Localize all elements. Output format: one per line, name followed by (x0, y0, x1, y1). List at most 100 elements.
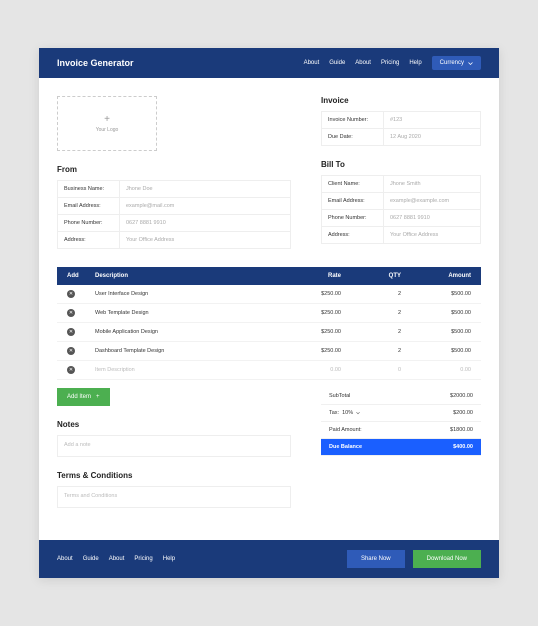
header-add: Add (67, 273, 95, 279)
subtotal-value: $2000.00 (450, 393, 473, 399)
tax-value: $200.00 (453, 410, 473, 416)
add-item-button[interactable]: Add Item + (57, 388, 110, 406)
delete-row-button[interactable]: ✕ (67, 366, 75, 374)
invoice-fields: Invoice Number:#123 Due Date:12 Aug 2020 (321, 111, 481, 146)
item-qty[interactable]: 2 (341, 291, 401, 297)
currency-label: Currency (440, 60, 464, 66)
item-desc[interactable]: Dashboard Template Design (95, 348, 271, 354)
footer-actions: Share Now Download Now (347, 550, 481, 568)
invoice-number[interactable]: Invoice Number:#123 (321, 111, 481, 129)
tax-rate[interactable]: 10% (342, 410, 353, 416)
billto-phone[interactable]: Phone Number:0627 8881 9910 (321, 210, 481, 227)
download-button[interactable]: Download Now (413, 550, 481, 568)
billto-client-name[interactable]: Client Name:Jhone Smith (321, 175, 481, 193)
footer-help[interactable]: Help (163, 556, 175, 562)
brand-title: Invoice Generator (57, 58, 134, 68)
item-rate[interactable]: 0.00 (271, 367, 341, 373)
footer-pricing[interactable]: Pricing (134, 556, 152, 562)
paid-row: Paid Amount: $1800.00 (321, 422, 481, 439)
items-header: Add Description Rate QTY Amount (57, 267, 481, 285)
invoice-page: Invoice Generator About Guide About Pric… (39, 48, 499, 578)
plus-icon: + (104, 115, 110, 125)
header-amount: Amount (401, 273, 471, 279)
item-rate[interactable]: $250.00 (271, 291, 341, 297)
chevron-down-icon[interactable] (356, 411, 360, 415)
table-row: ✕ User Interface Design $250.00 2 $500.0… (57, 285, 481, 304)
item-desc[interactable]: Item Description (95, 367, 271, 373)
item-rate[interactable]: $250.00 (271, 329, 341, 335)
currency-dropdown[interactable]: Currency (432, 56, 481, 70)
nav-about[interactable]: About (304, 60, 320, 66)
due-value: $400.00 (453, 444, 473, 450)
billto-fields: Client Name:Jhone Smith Email Address:ex… (321, 175, 481, 244)
table-row-placeholder: ✕ Item Description 0.00 0 0.00 (57, 361, 481, 380)
nav-help[interactable]: Help (409, 60, 421, 66)
item-amount: $500.00 (401, 291, 471, 297)
footer-nav: About Guide About Pricing Help (57, 556, 175, 562)
item-qty[interactable]: 2 (341, 310, 401, 316)
from-email[interactable]: Email Address:example@mail.com (57, 198, 291, 215)
items-table: Add Description Rate QTY Amount ✕ User I… (57, 267, 481, 380)
from-phone[interactable]: Phone Number:0627 8881 9910 (57, 215, 291, 232)
summary: SubTotal $2000.00 Tax: 10% $200.00 Paid … (321, 388, 481, 522)
item-amount: $500.00 (401, 310, 471, 316)
item-rate[interactable]: $250.00 (271, 310, 341, 316)
item-amount: $500.00 (401, 348, 471, 354)
table-row: ✕ Mobile Application Design $250.00 2 $5… (57, 323, 481, 342)
due-label: Due Balance (329, 444, 362, 450)
from-address[interactable]: Address:Your Office Address (57, 232, 291, 249)
delete-row-button[interactable]: ✕ (67, 328, 75, 336)
right-column: Invoice Invoice Number:#123 Due Date:12 … (321, 96, 481, 249)
footer-about[interactable]: About (57, 556, 73, 562)
item-qty[interactable]: 2 (341, 348, 401, 354)
nav-guide[interactable]: Guide (329, 60, 345, 66)
terms-input[interactable]: Terms and Conditions (57, 486, 291, 508)
table-row: ✕ Web Template Design $250.00 2 $500.00 (57, 304, 481, 323)
tax-row: Tax: 10% $200.00 (321, 405, 481, 422)
header-qty: QTY (341, 273, 401, 279)
header: Invoice Generator About Guide About Pric… (39, 48, 499, 78)
item-qty[interactable]: 0 (341, 367, 401, 373)
from-fields: Business Name:Jhone Doe Email Address:ex… (57, 180, 291, 249)
chevron-down-icon (468, 61, 473, 66)
logo-label: Your Logo (96, 127, 119, 133)
due-row: Due Balance $400.00 (321, 439, 481, 456)
billto-email[interactable]: Email Address:example@example.com (321, 193, 481, 210)
tax-label: Tax: (329, 410, 339, 416)
delete-row-button[interactable]: ✕ (67, 290, 75, 298)
add-item-label: Add Item (67, 394, 91, 400)
nav-pricing[interactable]: Pricing (381, 60, 399, 66)
billto-title: Bill To (321, 160, 481, 169)
delete-row-button[interactable]: ✕ (67, 309, 75, 317)
terms-title: Terms & Conditions (57, 471, 291, 480)
item-rate[interactable]: $250.00 (271, 348, 341, 354)
item-desc[interactable]: Mobile Application Design (95, 329, 271, 335)
item-desc[interactable]: User Interface Design (95, 291, 271, 297)
item-qty[interactable]: 2 (341, 329, 401, 335)
item-amount: 0.00 (401, 367, 471, 373)
from-business-name[interactable]: Business Name:Jhone Doe (57, 180, 291, 198)
logo-upload[interactable]: + Your Logo (57, 96, 157, 151)
footer: About Guide About Pricing Help Share Now… (39, 540, 499, 578)
paid-value[interactable]: $1800.00 (450, 427, 473, 433)
left-column: + Your Logo From Business Name:Jhone Doe… (57, 96, 291, 249)
footer-about-2[interactable]: About (109, 556, 125, 562)
header-rate: Rate (271, 273, 341, 279)
invoice-due-date[interactable]: Due Date:12 Aug 2020 (321, 129, 481, 146)
item-amount: $500.00 (401, 329, 471, 335)
billto-address[interactable]: Address:Your Office Address (321, 227, 481, 244)
footer-guide[interactable]: Guide (83, 556, 99, 562)
table-row: ✕ Dashboard Template Design $250.00 2 $5… (57, 342, 481, 361)
plus-icon: + (96, 394, 100, 400)
share-button[interactable]: Share Now (347, 550, 405, 568)
notes-title: Notes (57, 420, 291, 429)
nav-about-2[interactable]: About (355, 60, 371, 66)
notes-input[interactable]: Add a note (57, 435, 291, 457)
paid-label: Paid Amount: (329, 427, 362, 433)
bottom-area: Add Item + Notes Add a note Terms & Cond… (57, 388, 481, 522)
subtotal-row: SubTotal $2000.00 (321, 388, 481, 405)
item-desc[interactable]: Web Template Design (95, 310, 271, 316)
header-desc: Description (95, 273, 271, 279)
delete-row-button[interactable]: ✕ (67, 347, 75, 355)
tax-label-wrap: Tax: 10% (329, 410, 360, 416)
